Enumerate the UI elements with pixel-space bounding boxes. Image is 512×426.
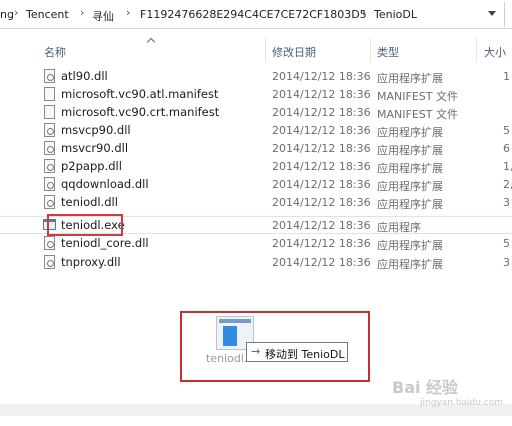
file-type: 应用程序扩展 (377, 258, 443, 271)
tooltip-text: 移动到 TenioDL (265, 348, 345, 361)
file-name: teniodl_core.dll (61, 236, 149, 250)
chevron-right-icon: › (80, 6, 85, 19)
file-row[interactable]: atl90.dll 2014/12/12 18:36 应用程序扩展 1 (0, 68, 512, 86)
arrow-right-icon: → (251, 345, 261, 358)
file-size: 3 (503, 256, 510, 269)
file-icon (44, 87, 55, 101)
file-date: 2014/12/12 18:36 (272, 196, 371, 209)
file-size: 5 (503, 124, 510, 137)
file-row[interactable]: p2papp.dll 2014/12/12 18:36 应用程序扩展 1,7 (0, 158, 512, 176)
file-name: msvcp90.dll (61, 123, 131, 137)
chevron-right-icon: › (362, 6, 367, 19)
dll-icon (44, 177, 55, 191)
dll-icon (44, 159, 55, 173)
file-size: 1,7 (503, 160, 512, 173)
file-row[interactable]: microsoft.vc90.crt.manifest 2014/12/12 1… (0, 104, 512, 122)
file-row[interactable]: microsoft.vc90.atl.manifest 2014/12/12 1… (0, 86, 512, 104)
file-type: 应用程序扩展 (377, 162, 443, 175)
file-size: 3 (503, 196, 510, 209)
file-row[interactable]: qqdownload.dll 2014/12/12 18:36 应用程序扩展 2… (0, 176, 512, 194)
dll-icon (44, 255, 55, 269)
file-date: 2014/12/12 18:36 (272, 237, 371, 250)
column-date[interactable]: 修改日期 (272, 44, 316, 60)
file-type: 应用程序扩展 (377, 144, 443, 157)
file-row[interactable]: msvcr90.dll 2014/12/12 18:36 应用程序扩展 6 (0, 140, 512, 158)
breadcrumb-segment[interactable]: ng (0, 8, 14, 21)
column-divider[interactable] (265, 38, 266, 62)
file-type: 应用程序 (377, 221, 421, 234)
breadcrumb-segment[interactable]: 寻仙 (92, 8, 114, 24)
file-type: 应用程序扩展 (377, 198, 443, 211)
file-type: MANIFEST 文件 (377, 108, 458, 121)
dll-icon (44, 236, 55, 250)
file-icon (44, 105, 55, 119)
file-date: 2014/12/12 18:36 (272, 124, 371, 137)
file-date: 2014/12/12 18:36 (272, 88, 371, 101)
file-date: 2014/12/12 18:36 (272, 160, 371, 173)
file-row[interactable]: teniodl_core.dll 2014/12/12 18:36 应用程序扩展… (0, 235, 512, 253)
file-date: 2014/12/12 18:36 (272, 256, 371, 269)
dll-icon (44, 141, 55, 155)
file-date: 2014/12/12 18:36 (272, 178, 371, 191)
watermark-logo: Bai 经验 (392, 378, 459, 397)
file-type: 应用程序扩展 (377, 239, 443, 252)
highlight-box (47, 214, 123, 236)
file-name: tnproxy.dll (61, 255, 121, 269)
file-name: teniodl.dll (61, 195, 118, 209)
file-date: 2014/12/12 18:36 (272, 70, 371, 83)
file-name: microsoft.vc90.crt.manifest (61, 105, 220, 119)
file-date: 2014/12/12 18:36 (272, 219, 371, 232)
file-type: 应用程序扩展 (377, 72, 443, 85)
file-name: atl90.dll (61, 69, 108, 83)
chevron-right-icon: › (14, 6, 19, 19)
breadcrumb-segment[interactable]: TenioDL (374, 8, 417, 21)
file-name: p2papp.dll (61, 159, 122, 173)
file-row[interactable]: teniodl.dll 2014/12/12 18:36 应用程序扩展 3 (0, 194, 512, 212)
file-row[interactable]: msvcp90.dll 2014/12/12 18:36 应用程序扩展 5 (0, 122, 512, 140)
file-size: 2,8 (503, 178, 512, 191)
file-row[interactable]: tnproxy.dll 2014/12/12 18:36 应用程序扩展 3 (0, 254, 512, 272)
file-size: 5 (503, 237, 510, 250)
dll-icon (44, 69, 55, 83)
move-tooltip: → 移动到 TenioDL (246, 342, 348, 362)
chevron-right-icon: › (126, 6, 131, 19)
file-type: 应用程序扩展 (377, 180, 443, 193)
file-name: qqdownload.dll (61, 177, 149, 191)
breadcrumb-segment[interactable]: Tencent (26, 8, 69, 21)
file-type: MANIFEST 文件 (377, 90, 458, 103)
file-name: msvcr90.dll (61, 141, 129, 155)
column-name[interactable]: 名称 (44, 44, 66, 60)
dll-icon (44, 123, 55, 137)
column-divider[interactable] (370, 38, 371, 62)
address-bar[interactable]: ng › Tencent › 寻仙 › F1192476628E294C4CE7… (0, 0, 512, 29)
file-name: microsoft.vc90.atl.manifest (61, 87, 219, 101)
dll-icon (44, 195, 55, 209)
column-size[interactable]: 大小 (484, 44, 506, 60)
file-date: 2014/12/12 18:36 (272, 106, 371, 119)
chevron-down-icon[interactable] (488, 11, 496, 16)
column-type[interactable]: 类型 (377, 44, 399, 60)
file-size: 1 (503, 70, 510, 83)
file-type: 应用程序扩展 (377, 126, 443, 139)
breadcrumb-segment[interactable]: F1192476628E294C4CE7CE72CF1803D5 (140, 8, 367, 21)
file-size: 6 (503, 142, 510, 155)
column-divider[interactable] (476, 38, 477, 62)
watermark-url: jingyan.baidu.com (420, 398, 504, 408)
column-header: 名称 修改日期 类型 大小 (0, 38, 512, 64)
file-date: 2014/12/12 18:36 (272, 142, 371, 155)
divider (504, 2, 505, 27)
